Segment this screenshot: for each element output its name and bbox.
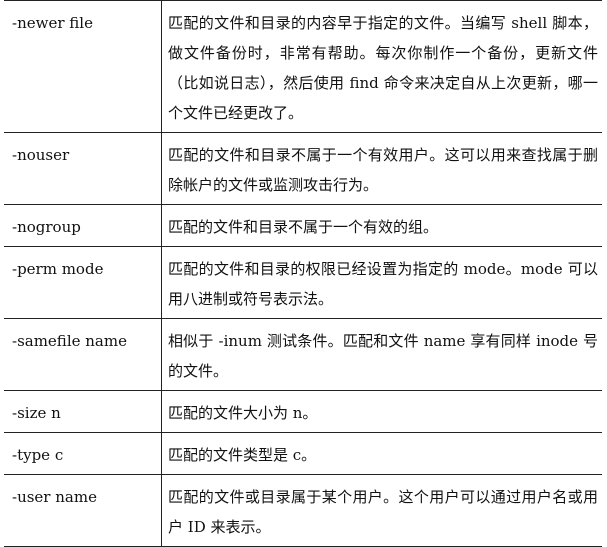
option-cell: -type c (4, 432, 162, 475)
table-row: -nogroup 匹配的文件和目录不属于一个有效的组。 (4, 204, 602, 247)
description-cell: 匹配的文件或目录属于某个用户。这个用户可以通过用户名或用户 ID 来表示。 (161, 474, 602, 547)
description-cell: 匹配的文件和目录的权限已经设置为指定的 mode。mode 可以用八进制或符号表… (161, 246, 602, 319)
table-row: -perm mode 匹配的文件和目录的权限已经设置为指定的 mode。mode… (4, 246, 602, 319)
table-row: -type c 匹配的文件类型是 c。 (4, 432, 602, 475)
table-row: -samefile name 相似于 -inum 测试条件。匹配和文件 name… (4, 318, 602, 391)
option-cell: -nouser (4, 132, 162, 205)
description-cell: 匹配的文件和目录不属于一个有效的组。 (161, 204, 602, 247)
option-cell: -samefile name (4, 318, 162, 391)
description-cell: 匹配的文件和目录的内容早于指定的文件。当编写 shell 脚本，做文件备份时，非… (161, 0, 602, 133)
option-cell: -perm mode (4, 246, 162, 319)
table-row: -nouser 匹配的文件和目录不属于一个有效用户。这可以用来查找属于删除帐户的… (4, 132, 602, 205)
description-cell: 匹配的文件大小为 n。 (161, 390, 602, 433)
description-cell: 匹配的文件类型是 c。 (161, 432, 602, 475)
description-cell: 相似于 -inum 测试条件。匹配和文件 name 享有同样 inode 号的文… (161, 318, 602, 391)
table-row: -user name 匹配的文件或目录属于某个用户。这个用户可以通过用户名或用户… (4, 474, 602, 547)
find-tests-table: -newer file 匹配的文件和目录的内容早于指定的文件。当编写 shell… (4, 0, 602, 547)
option-cell: -size n (4, 390, 162, 433)
option-cell: -nogroup (4, 204, 162, 247)
option-cell: -newer file (4, 0, 162, 133)
table-row: -size n 匹配的文件大小为 n。 (4, 390, 602, 433)
description-cell: 匹配的文件和目录不属于一个有效用户。这可以用来查找属于删除帐户的文件或监测攻击行… (161, 132, 602, 205)
table-row: -newer file 匹配的文件和目录的内容早于指定的文件。当编写 shell… (4, 0, 602, 133)
option-cell: -user name (4, 474, 162, 547)
